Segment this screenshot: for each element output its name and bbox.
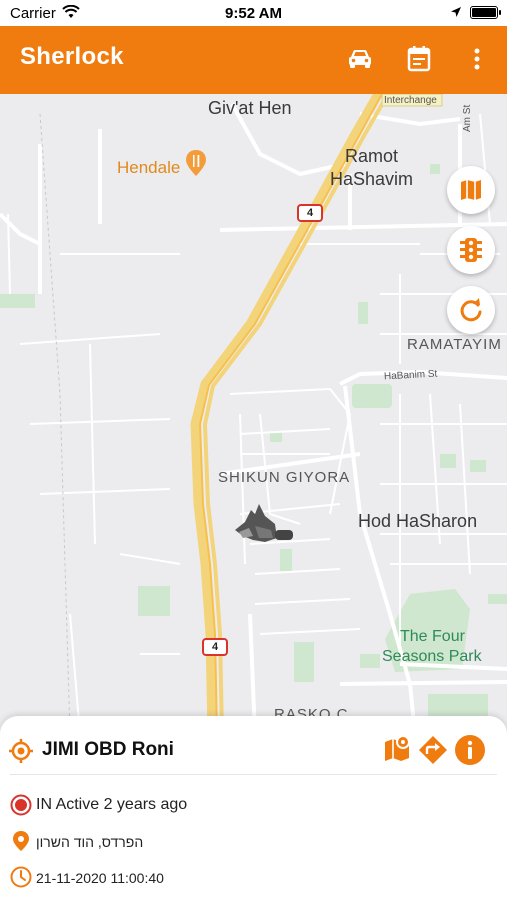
vehicle-address: הפרדס, הוד השרון bbox=[36, 834, 144, 850]
vehicle-time-row: 21-11-2020 11:00:40 bbox=[10, 866, 490, 892]
clock-icon bbox=[10, 866, 32, 888]
refresh-icon bbox=[460, 298, 482, 322]
map-view[interactable]: Giv'at Hen Interchange Hendale Ramot HaS… bbox=[0, 94, 507, 734]
vehicle-status: IN Active 2 years ago bbox=[36, 796, 188, 813]
map-label-four-seasons-2: Seasons Park bbox=[382, 648, 482, 665]
map-label-hashavim: HaShavim bbox=[330, 169, 414, 189]
map-label-ramot: Ramot bbox=[345, 146, 399, 166]
battery-icon bbox=[470, 6, 501, 19]
traffic-light-icon bbox=[460, 238, 482, 262]
clock: 9:52 AM bbox=[225, 5, 282, 22]
status-dot-icon bbox=[10, 794, 32, 816]
last-update-time: 21-11-2020 11:00:40 bbox=[36, 870, 164, 886]
vehicle-address-row: הפרדס, הוד השרון bbox=[10, 830, 490, 856]
more-options-button[interactable] bbox=[462, 44, 492, 74]
calendar-button[interactable] bbox=[404, 44, 434, 74]
map-label-hod-hasharon: Hod HaSharon bbox=[358, 511, 478, 531]
info-icon[interactable] bbox=[454, 734, 486, 766]
divider bbox=[10, 774, 497, 775]
vehicle-header: JIMI OBD Roni bbox=[8, 734, 498, 770]
vehicle-name: JIMI OBD Roni bbox=[42, 739, 174, 760]
map-type-button[interactable] bbox=[447, 166, 495, 214]
map-label-ramatayim: RAMATAYIM bbox=[407, 336, 502, 353]
app-title: Sherlock bbox=[20, 43, 124, 70]
map-label-givat-hen: Giv'at Hen bbox=[208, 98, 292, 118]
map-label-hendale: Hendale bbox=[117, 158, 181, 177]
directions-icon[interactable] bbox=[418, 735, 448, 765]
car-button[interactable] bbox=[345, 44, 375, 74]
car-icon bbox=[349, 50, 371, 68]
calendar-icon bbox=[407, 46, 431, 72]
vehicle-info-sheet: JIMI OBD Roni IN Active 2 years ago הפרד… bbox=[0, 716, 507, 900]
map-label-four-seasons-1: The Four bbox=[400, 628, 465, 645]
crosshair-icon[interactable] bbox=[8, 738, 34, 764]
refresh-button[interactable] bbox=[447, 286, 495, 334]
restaurant-marker bbox=[186, 150, 206, 176]
app-bar: Sherlock bbox=[0, 26, 507, 94]
more-vert-icon bbox=[474, 48, 480, 70]
traffic-button[interactable] bbox=[447, 226, 495, 274]
route-history-icon[interactable] bbox=[383, 734, 413, 764]
vehicle-status-row: IN Active 2 years ago bbox=[10, 794, 490, 820]
road-number-badge: 4 bbox=[202, 638, 228, 656]
location-pin-icon bbox=[13, 831, 29, 851]
map-layers-icon bbox=[461, 180, 481, 200]
road-number-badge: 4 bbox=[297, 204, 323, 222]
status-bar: Carrier 9:52 AM bbox=[0, 0, 507, 26]
map-label-interchange: Interchange bbox=[384, 95, 437, 106]
location-arrow-icon bbox=[451, 7, 461, 17]
map-label-am-st: Am St bbox=[462, 104, 473, 132]
map-label-shikun-giyora: SHIKUN GIYORA bbox=[218, 469, 351, 486]
